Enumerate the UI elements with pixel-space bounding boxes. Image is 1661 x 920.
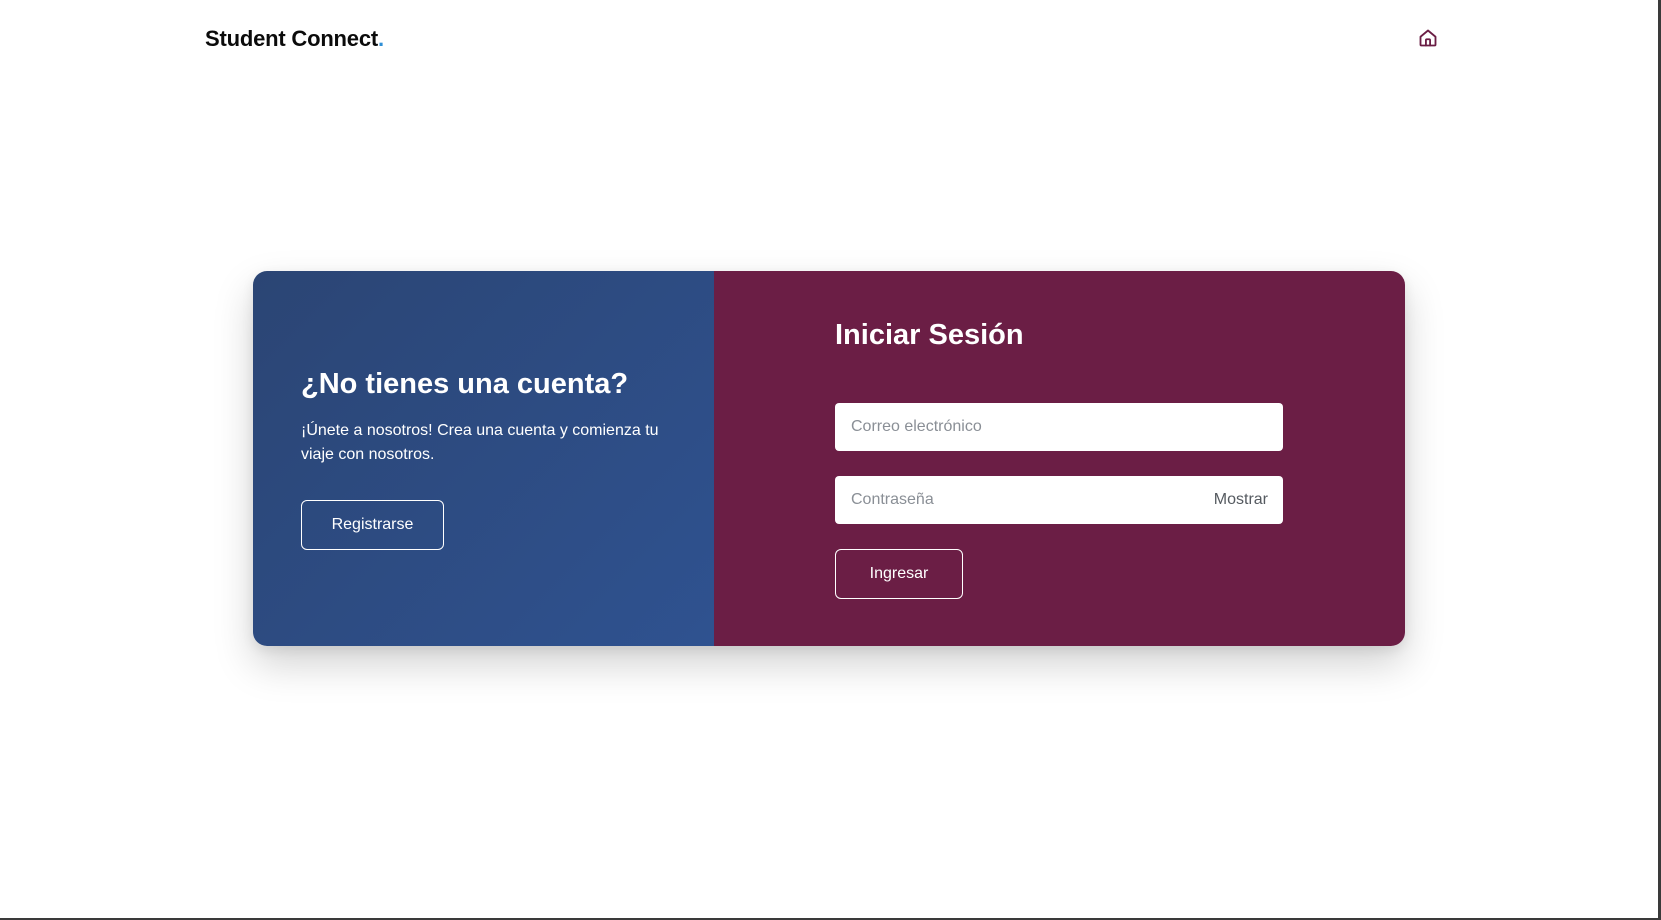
- home-button[interactable]: [1416, 28, 1440, 52]
- brand-dot: .: [378, 26, 384, 51]
- password-field[interactable]: [835, 476, 1214, 524]
- password-field-wrapper: Mostrar: [835, 476, 1283, 524]
- register-title: ¿No tienes una cuenta?: [301, 368, 629, 400]
- login-panel: Iniciar Sesión Mostrar Ingresar: [714, 271, 1405, 646]
- brand-name: Student Connect: [205, 26, 378, 51]
- auth-card: ¿No tienes una cuenta? ¡Únete a nosotros…: [253, 271, 1405, 646]
- home-icon: [1418, 28, 1438, 53]
- register-description: ¡Únete a nosotros! Crea una cuenta y com…: [301, 422, 659, 463]
- login-button[interactable]: Ingresar: [835, 549, 963, 599]
- register-button[interactable]: Registrarse: [301, 500, 444, 550]
- email-field-wrapper: [835, 403, 1283, 451]
- show-password-toggle[interactable]: Mostrar: [1214, 491, 1283, 509]
- login-title: Iniciar Sesión: [835, 319, 1024, 351]
- brand-logo[interactable]: Student Connect.: [205, 26, 384, 52]
- register-panel: ¿No tienes una cuenta? ¡Únete a nosotros…: [253, 271, 714, 646]
- email-field[interactable]: [835, 403, 1283, 451]
- page: Student Connect. ¿No tienes una cuenta? …: [0, 0, 1658, 918]
